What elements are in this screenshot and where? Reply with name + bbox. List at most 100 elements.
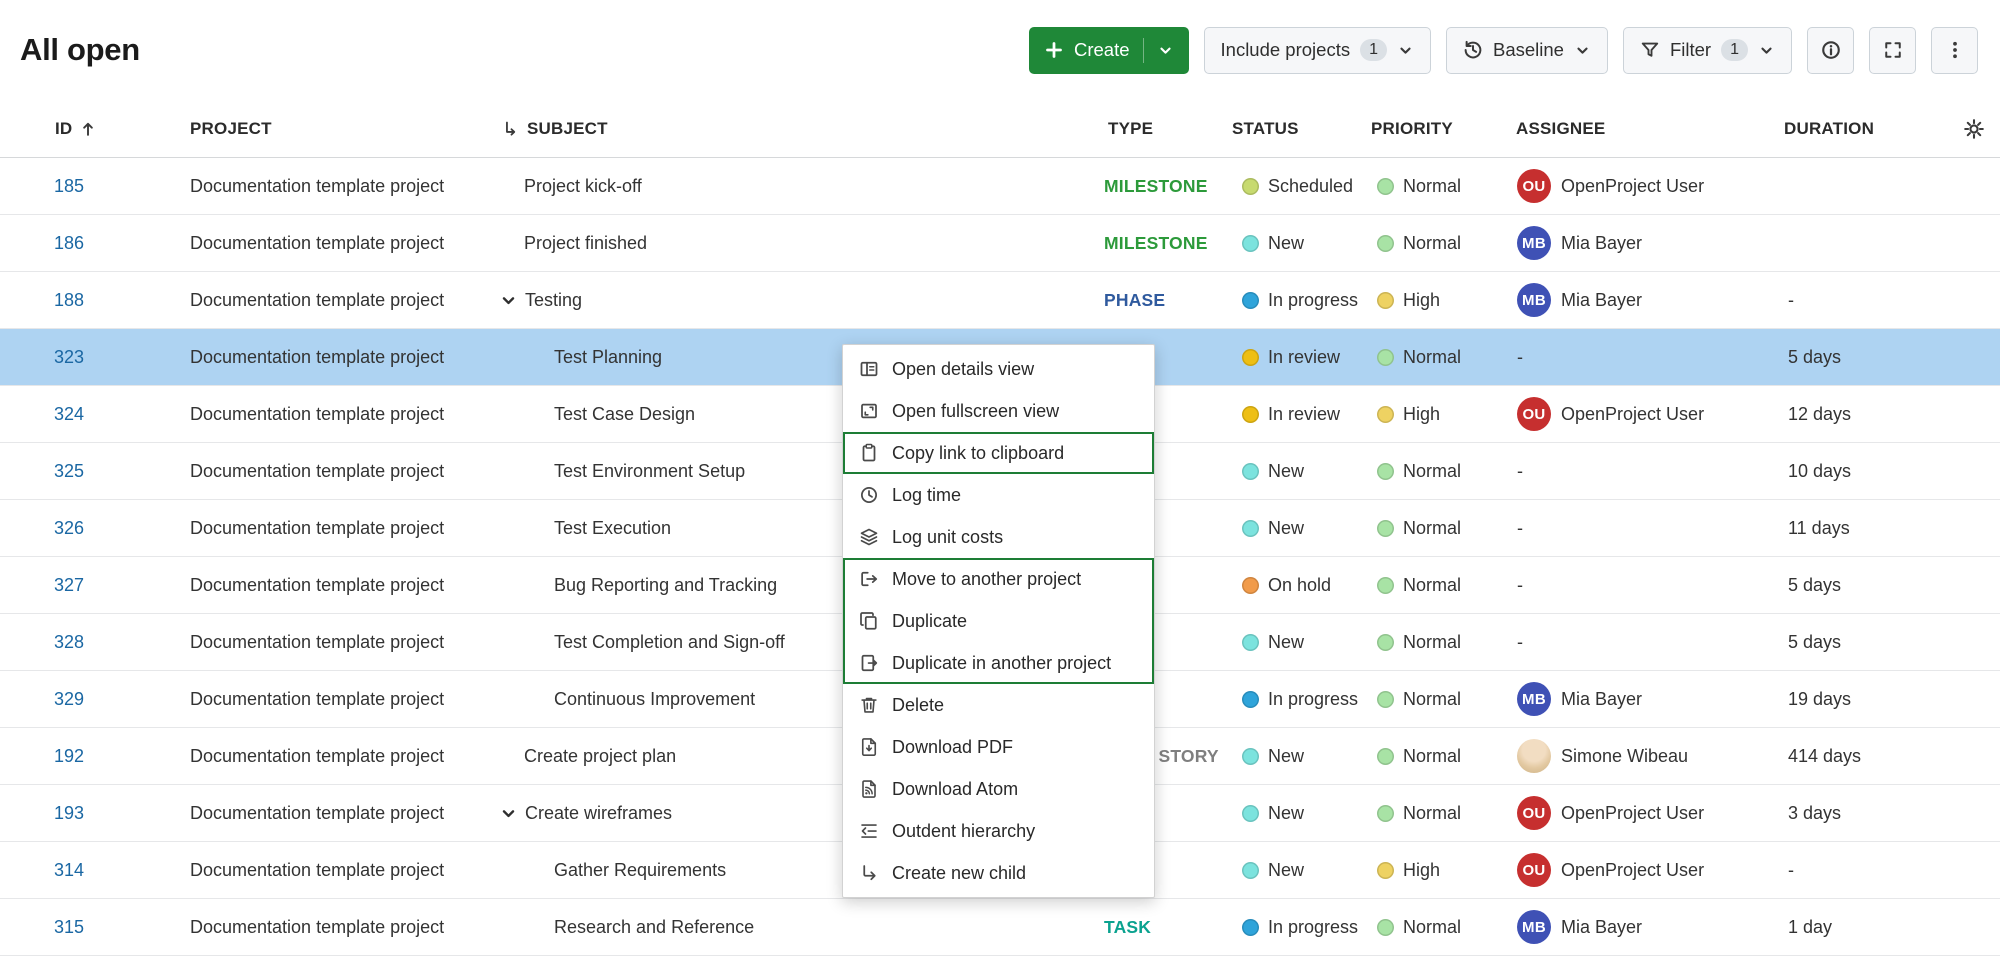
project-name[interactable]: Documentation template project bbox=[190, 176, 444, 197]
priority-cell[interactable]: Normal bbox=[1371, 215, 1516, 271]
baseline-button[interactable]: Baseline bbox=[1446, 27, 1608, 74]
status-cell[interactable]: Scheduled bbox=[1232, 158, 1371, 214]
subject-text[interactable]: Testing bbox=[525, 290, 582, 311]
priority-cell[interactable]: Normal bbox=[1371, 443, 1516, 499]
work-package-id-link[interactable]: 193 bbox=[54, 803, 84, 824]
assignee-cell[interactable]: OUOpenProject User bbox=[1516, 386, 1784, 442]
column-header-type[interactable]: TYPE bbox=[1104, 119, 1232, 139]
menu-item[interactable]: Log time bbox=[843, 474, 1154, 516]
subject-text[interactable]: Project finished bbox=[524, 233, 647, 254]
status-cell[interactable]: In progress bbox=[1232, 671, 1371, 727]
work-package-id-link[interactable]: 324 bbox=[54, 404, 84, 425]
status-cell[interactable]: In progress bbox=[1232, 272, 1371, 328]
work-package-id-link[interactable]: 192 bbox=[54, 746, 84, 767]
work-package-id-link[interactable]: 315 bbox=[54, 917, 84, 938]
project-name[interactable]: Documentation template project bbox=[190, 575, 444, 596]
menu-item[interactable]: Outdent hierarchy bbox=[843, 810, 1154, 852]
subject-text[interactable]: Test Planning bbox=[554, 347, 662, 368]
column-header-duration[interactable]: DURATION bbox=[1784, 119, 1948, 139]
menu-item[interactable]: Open fullscreen view bbox=[843, 390, 1154, 432]
work-package-id-link[interactable]: 328 bbox=[54, 632, 84, 653]
table-row[interactable]: 185 Documentation template project Project… bbox=[0, 158, 2000, 215]
priority-cell[interactable]: Normal bbox=[1371, 329, 1516, 385]
include-projects-button[interactable]: Include projects 1 bbox=[1204, 27, 1431, 74]
subject-text[interactable]: Research and Reference bbox=[554, 917, 754, 938]
project-name[interactable]: Documentation template project bbox=[190, 803, 444, 824]
fullscreen-button[interactable] bbox=[1869, 27, 1916, 74]
table-row[interactable]: 186Documentation template projectProject… bbox=[0, 215, 2000, 272]
project-name[interactable]: Documentation template project bbox=[190, 404, 444, 425]
assignee-cell[interactable]: - bbox=[1516, 329, 1784, 385]
chevron-down-icon[interactable] bbox=[499, 804, 518, 823]
status-cell[interactable]: New bbox=[1232, 842, 1371, 898]
priority-cell[interactable]: High bbox=[1371, 272, 1516, 328]
subject-text[interactable]: Gather Requirements bbox=[554, 860, 726, 881]
project-name[interactable]: Documentation template project bbox=[190, 746, 444, 767]
project-name[interactable]: Documentation template project bbox=[190, 917, 444, 938]
priority-cell[interactable]: Normal bbox=[1371, 785, 1516, 841]
status-cell[interactable]: New bbox=[1232, 215, 1371, 271]
work-package-id-link[interactable]: 325 bbox=[54, 461, 84, 482]
priority-cell[interactable]: Normal bbox=[1371, 500, 1516, 556]
info-button[interactable] bbox=[1807, 27, 1854, 74]
menu-item[interactable]: Move to another project bbox=[843, 558, 1154, 600]
work-package-id-link[interactable]: 326 bbox=[54, 518, 84, 539]
priority-cell[interactable]: Normal bbox=[1371, 557, 1516, 613]
project-name[interactable]: Documentation template project bbox=[190, 461, 444, 482]
status-cell[interactable]: New bbox=[1232, 500, 1371, 556]
assignee-cell[interactable]: - bbox=[1516, 443, 1784, 499]
assignee-cell[interactable]: MBMia Bayer bbox=[1516, 215, 1784, 271]
menu-item[interactable]: Delete bbox=[843, 684, 1154, 726]
work-package-id-link[interactable]: 327 bbox=[54, 575, 84, 596]
menu-item[interactable]: Log unit costs bbox=[843, 516, 1154, 558]
subject-text[interactable]: Project kick-off bbox=[524, 176, 642, 197]
assignee-cell[interactable]: MBMia Bayer bbox=[1516, 272, 1784, 328]
menu-item[interactable]: Open details view bbox=[843, 348, 1154, 390]
work-package-id-link[interactable]: 186 bbox=[54, 233, 84, 254]
priority-cell[interactable]: Normal bbox=[1371, 158, 1516, 214]
work-package-id-link[interactable]: 185 bbox=[54, 176, 84, 197]
menu-item[interactable]: Download PDF bbox=[843, 726, 1154, 768]
work-package-id-link[interactable]: 323 bbox=[54, 347, 84, 368]
assignee-cell[interactable]: - bbox=[1516, 614, 1784, 670]
project-name[interactable]: Documentation template project bbox=[190, 632, 444, 653]
subject-text[interactable]: Test Environment Setup bbox=[554, 461, 745, 482]
status-cell[interactable]: In review bbox=[1232, 386, 1371, 442]
column-header-subject[interactable]: SUBJECT bbox=[490, 119, 1104, 139]
status-cell[interactable]: New bbox=[1232, 785, 1371, 841]
menu-item[interactable]: Create new child bbox=[843, 852, 1154, 894]
priority-cell[interactable]: Normal bbox=[1371, 671, 1516, 727]
assignee-cell[interactable]: - bbox=[1516, 557, 1784, 613]
column-header-priority[interactable]: PRIORITY bbox=[1371, 119, 1516, 139]
status-cell[interactable]: In progress bbox=[1232, 899, 1371, 955]
project-name[interactable]: Documentation template project bbox=[190, 689, 444, 710]
subject-text[interactable]: Create wireframes bbox=[525, 803, 672, 824]
subject-text[interactable]: Test Completion and Sign-off bbox=[554, 632, 785, 653]
create-button[interactable]: Create bbox=[1029, 27, 1189, 74]
work-package-id-link[interactable]: 329 bbox=[54, 689, 84, 710]
menu-item[interactable]: Download Atom bbox=[843, 768, 1154, 810]
table-row[interactable]: 188 Documentation template project Testing… bbox=[0, 272, 2000, 329]
menu-item[interactable]: Copy link to clipboard bbox=[843, 432, 1154, 474]
status-cell[interactable]: New bbox=[1232, 614, 1371, 670]
column-header-id[interactable]: ID bbox=[0, 119, 190, 139]
more-options-button[interactable] bbox=[1931, 27, 1978, 74]
priority-cell[interactable]: High bbox=[1371, 842, 1516, 898]
assignee-cell[interactable]: Simone Wibeau bbox=[1516, 728, 1784, 784]
assignee-cell[interactable]: OUOpenProject User bbox=[1516, 785, 1784, 841]
table-settings-button[interactable] bbox=[1948, 118, 2000, 140]
project-name[interactable]: Documentation template project bbox=[190, 518, 444, 539]
assignee-cell[interactable]: MBMia Bayer bbox=[1516, 899, 1784, 955]
status-cell[interactable]: In review bbox=[1232, 329, 1371, 385]
priority-cell[interactable]: Normal bbox=[1371, 899, 1516, 955]
column-header-project[interactable]: PROJECT bbox=[190, 119, 490, 139]
assignee-cell[interactable]: - bbox=[1516, 500, 1784, 556]
work-package-id-link[interactable]: 314 bbox=[54, 860, 84, 881]
chevron-down-icon[interactable] bbox=[499, 291, 518, 310]
table-row[interactable]: 315 Documentation template project Researc… bbox=[0, 899, 2000, 956]
work-package-id-link[interactable]: 188 bbox=[54, 290, 84, 311]
assignee-cell[interactable]: OUOpenProject User bbox=[1516, 842, 1784, 898]
assignee-cell[interactable]: MBMia Bayer bbox=[1516, 671, 1784, 727]
project-name[interactable]: Documentation template project bbox=[190, 290, 444, 311]
column-header-assignee[interactable]: ASSIGNEE bbox=[1516, 119, 1784, 139]
